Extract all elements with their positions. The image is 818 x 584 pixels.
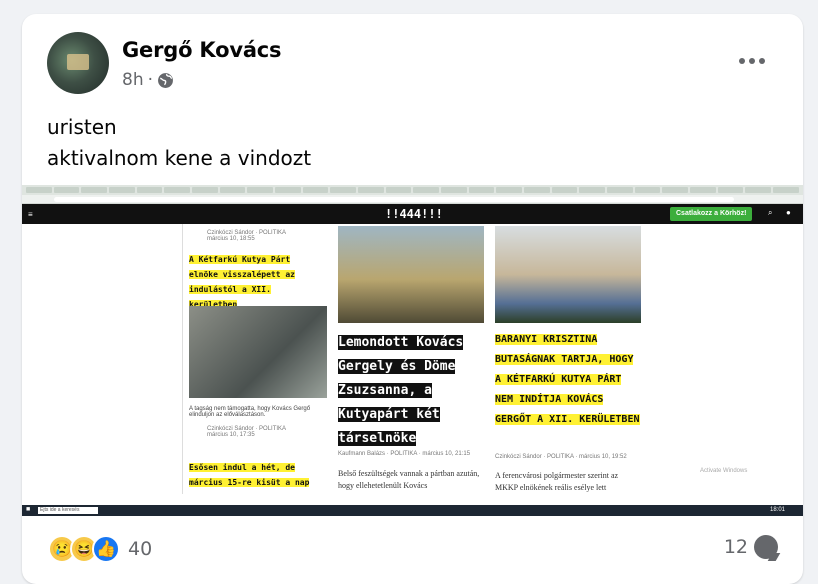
browser-tabs xyxy=(22,185,803,195)
post-text-line: uristen xyxy=(47,115,117,139)
menu-icon: ≡ xyxy=(28,210,33,219)
lead: Belső feszültségek vannak a pártban azut… xyxy=(338,469,480,490)
windows-taskbar: ■ Ejts ide a keresés 18:01 xyxy=(22,505,803,516)
article-photo xyxy=(338,226,484,323)
site-content: Czinkóczi Sándor · POLITIKA március 10, 1… xyxy=(22,224,803,496)
search-icon: ⌕ xyxy=(768,208,773,217)
article-photo xyxy=(189,306,327,398)
headline: BARANYI KRISZTINA BUTASÁGNAK TARTJA, HOG… xyxy=(495,334,640,425)
comment-count: 12 xyxy=(723,536,748,558)
taskbar-search: Ejts ide a keresés xyxy=(38,507,98,514)
post-image[interactable]: ≡ !!444!!! Csatlakozz a Körhöz! ⌕ ● Czin… xyxy=(22,185,803,516)
comment-count-button[interactable]: 12 xyxy=(724,535,778,559)
byline: Czinkóczi Sándor · POLITIKA március 10, 1… xyxy=(207,426,287,438)
site-logo: !!444!!! xyxy=(385,207,443,221)
headline: Lemondott Kovács Gergely és Döme Zsuzsan… xyxy=(338,335,464,446)
author-name[interactable]: Gergő Kovács xyxy=(122,38,282,62)
activate-windows-watermark: Activate Windows xyxy=(700,468,748,474)
headline: A Kétfarkú Kutya Párt elnöke visszalépet… xyxy=(189,255,295,309)
reaction-summary[interactable]: 😢 😆 👍 40 xyxy=(48,535,152,563)
comment-icon xyxy=(754,535,778,559)
meta-separator: · xyxy=(147,70,153,90)
byline: Kaufmann Balázs · POLITIKA · március 10,… xyxy=(338,451,471,457)
post-time[interactable]: 8h xyxy=(122,70,144,90)
post-text: uristen aktivalnom kene a vindozt xyxy=(47,112,311,174)
article-photo xyxy=(495,226,641,323)
byline: Czinkóczi Sándor · POLITIKA március 10, 1… xyxy=(207,230,287,242)
more-options-button[interactable] xyxy=(739,58,765,64)
browser-address-bar xyxy=(22,195,803,204)
lead: A ferencvárosi polgármester szerint az M… xyxy=(495,471,619,492)
article-column-1: Czinkóczi Sándor · POLITIKA március 10, 1… xyxy=(182,224,332,494)
windows-start-icon: ■ xyxy=(26,506,31,513)
post-text-line: aktivalnom kene a vindozt xyxy=(47,146,312,170)
headline: Esősen indul a hét, de március 15-re kis… xyxy=(189,463,310,487)
caption: A tagság nem támogatta, hogy Kovács Gerg… xyxy=(189,406,311,418)
account-icon: ● xyxy=(786,208,791,217)
author-avatar[interactable] xyxy=(47,32,109,94)
post-meta: 8h · xyxy=(122,70,174,90)
join-button: Csatlakozz a Körhöz! xyxy=(670,207,753,221)
taskbar-clock: 18:01 xyxy=(770,507,786,513)
site-header: ≡ !!444!!! Csatlakozz a Körhöz! ⌕ ● xyxy=(22,204,803,224)
globe-icon xyxy=(158,72,173,88)
post-card: Gergő Kovács 8h · uristen aktivalnom ken… xyxy=(22,14,803,584)
like-reaction-icon: 👍 xyxy=(92,535,120,563)
byline: Czinkóczi Sándor · POLITIKA · március 10… xyxy=(495,454,627,460)
reaction-count: 40 xyxy=(128,538,153,560)
